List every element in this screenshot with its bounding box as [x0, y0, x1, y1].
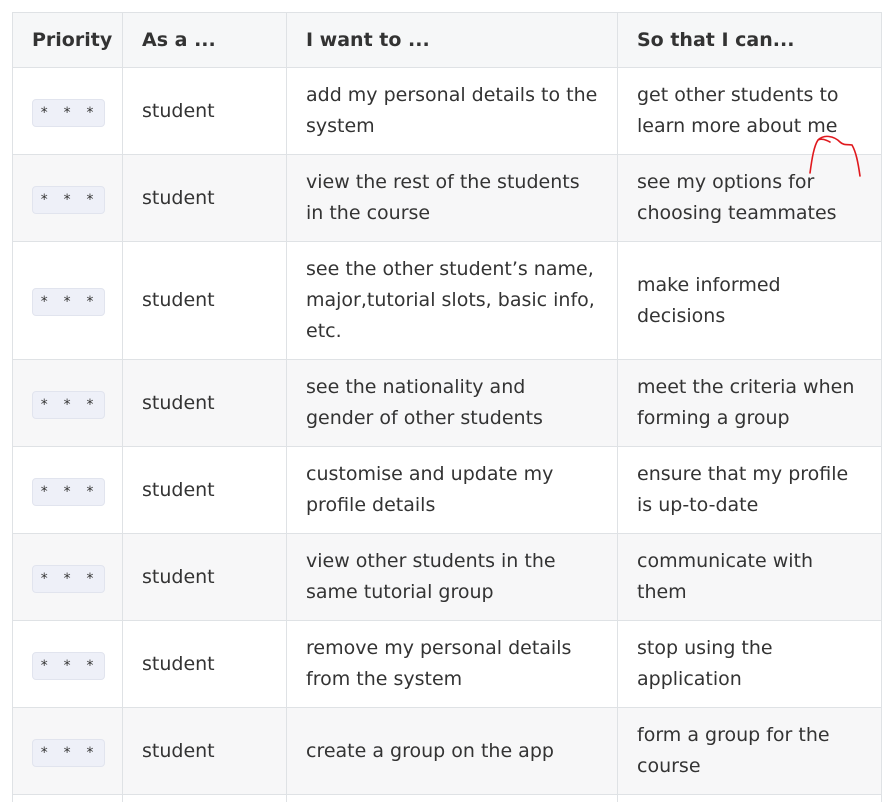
priority-badge: * * * — [32, 651, 106, 680]
header-priority: Priority — [12, 12, 123, 68]
table-row: * * * student see the other student’s na… — [12, 241, 882, 360]
table-header-row: Priority As a ... I want to ... So that … — [12, 12, 882, 68]
as-a-cell: student — [122, 359, 287, 447]
as-a-cell: student — [122, 533, 287, 621]
priority-badge: * * * — [32, 477, 106, 506]
partial-cell — [286, 794, 618, 802]
priority-badge: * * * — [32, 185, 106, 214]
so-that-cell: stop using the application — [617, 620, 882, 708]
priority-badge: * * * — [32, 390, 106, 419]
priority-cell: * * * — [12, 359, 123, 447]
want-cell: see the other student’s name, major,tuto… — [286, 241, 618, 360]
user-stories-table-container: Priority As a ... I want to ... So that … — [12, 12, 882, 802]
table-row: * * * student view the rest of the stude… — [12, 154, 882, 242]
partial-cell — [617, 794, 882, 802]
partial-cell — [12, 794, 123, 802]
priority-badge: * * * — [32, 98, 106, 127]
want-cell: see the nationality and gender of other … — [286, 359, 618, 447]
table-row-partial — [12, 794, 882, 802]
want-cell: view other students in the same tutorial… — [286, 533, 618, 621]
partial-cell — [122, 794, 287, 802]
priority-cell: * * * — [12, 446, 123, 534]
priority-cell: * * * — [12, 241, 123, 360]
header-i-want-to: I want to ... — [286, 12, 618, 68]
table-row: * * * student create a group on the app … — [12, 707, 882, 795]
priority-cell: * * * — [12, 154, 123, 242]
so-that-cell: make informed decisions — [617, 241, 882, 360]
so-that-cell: ensure that my profile is up-to-date — [617, 446, 882, 534]
as-a-cell: student — [122, 620, 287, 708]
want-cell: view the rest of the students in the cou… — [286, 154, 618, 242]
as-a-cell: student — [122, 67, 287, 155]
user-stories-table: Priority As a ... I want to ... So that … — [12, 12, 882, 802]
so-that-cell: form a group for the course — [617, 707, 882, 795]
priority-cell: * * * — [12, 620, 123, 708]
table-row: * * * student customise and update my pr… — [12, 446, 882, 534]
table-row: * * * student view other students in the… — [12, 533, 882, 621]
priority-badge: * * * — [32, 738, 106, 767]
priority-cell: * * * — [12, 533, 123, 621]
priority-badge: * * * — [32, 288, 106, 316]
as-a-cell: student — [122, 707, 287, 795]
table-row: * * * student add my personal details to… — [12, 67, 882, 155]
as-a-cell: student — [122, 446, 287, 534]
so-that-cell: meet the criteria when forming a group — [617, 359, 882, 447]
want-cell: remove my personal details from the syst… — [286, 620, 618, 708]
table-row: * * * student see the nationality and ge… — [12, 359, 882, 447]
priority-badge: * * * — [32, 564, 106, 593]
so-that-cell: see my options for choosing teammates — [617, 154, 882, 242]
priority-cell: * * * — [12, 67, 123, 155]
header-as-a: As a ... — [122, 12, 287, 68]
table-row: * * * student remove my personal details… — [12, 620, 882, 708]
want-cell: create a group on the app — [286, 707, 618, 795]
so-that-cell: communicate with them — [617, 533, 882, 621]
as-a-cell: student — [122, 241, 287, 360]
so-that-cell: get other students to learn more about m… — [617, 67, 882, 155]
header-so-that: So that I can... — [617, 12, 882, 68]
want-cell: customise and update my profile details — [286, 446, 618, 534]
priority-cell: * * * — [12, 707, 123, 795]
as-a-cell: student — [122, 154, 287, 242]
want-cell: add my personal details to the system — [286, 67, 618, 155]
